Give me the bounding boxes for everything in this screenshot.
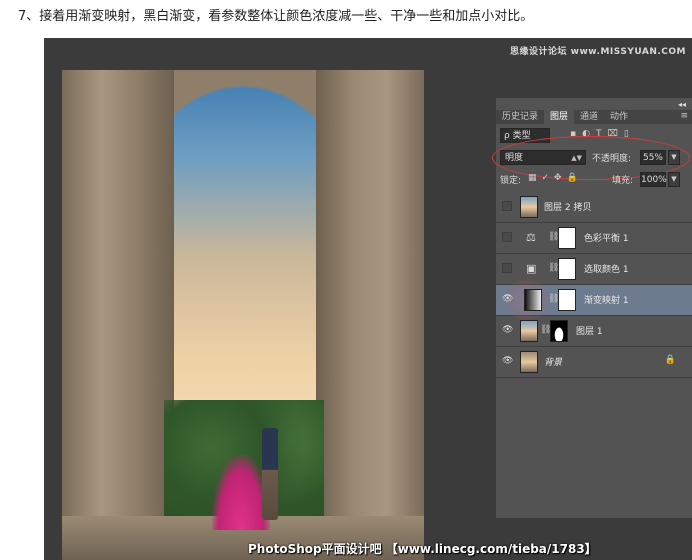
lock-row: 锁定: ▦✓✥🔒 填充: 100% ▼ <box>500 172 690 188</box>
instruction-text: 7、接着用渐变映射，黑白渐变，看参数整体让颜色浓度减一些、干净一些和加点小对比。 <box>18 9 534 24</box>
layer-name: 色彩平衡 1 <box>584 234 629 244</box>
panel-tabs: 历史记录 图层 通道 动作 <box>496 110 692 124</box>
layer-row[interactable]: 👁 背景 🔒 <box>496 347 692 378</box>
balance-scale-icon: ⚖ <box>526 231 536 244</box>
tab-channels[interactable]: 通道 <box>574 110 604 124</box>
eye-icon[interactable]: 👁 <box>502 294 513 304</box>
layers-panel: ◂◂ 历史记录 图层 通道 动作 ≡ ρ 类型 ▪◐T⌧▯ 明度 ▲▼ 不透明度… <box>492 98 692 518</box>
layer-mask-thumbnail <box>558 227 576 249</box>
collapse-panel-icon[interactable]: ◂◂ <box>678 100 686 109</box>
visibility-toggle[interactable] <box>502 263 512 273</box>
layer-mask-thumbnail <box>550 320 568 342</box>
layer-thumbnail <box>520 320 538 342</box>
layer-name: 图层 1 <box>576 327 603 337</box>
lock-icon: 🔒 <box>664 355 676 365</box>
layer-row[interactable]: 👁 ⛓ 渐变映射 1 <box>496 277 692 323</box>
groom <box>262 428 278 520</box>
photoshop-window: 思缘设计论坛 www.MISSYUAN.COM PhotoShop平面设计吧 【… <box>44 38 692 560</box>
visibility-toggle[interactable] <box>502 232 512 242</box>
tab-actions[interactable]: 动作 <box>604 110 634 124</box>
layer-mask-thumbnail <box>558 289 576 311</box>
layer-mask-thumbnail <box>558 258 576 280</box>
layer-name: 图层 2 拷贝 <box>544 203 592 213</box>
tab-history[interactable]: 历史记录 <box>496 110 544 124</box>
gradient-map-icon <box>524 289 542 311</box>
opacity-input[interactable]: 55% <box>640 150 666 165</box>
photo-canvas[interactable] <box>62 70 424 560</box>
fill-input[interactable]: 100% <box>640 172 667 187</box>
layer-thumbnail <box>520 351 538 373</box>
layer-row[interactable]: 👁 ⛓ 图层 1 <box>496 316 692 347</box>
selective-color-icon: ▣ <box>526 262 537 275</box>
eye-icon[interactable]: 👁 <box>502 356 513 366</box>
blend-mode-select[interactable]: 明度 ▲▼ <box>500 150 586 165</box>
fill-dropdown-icon[interactable]: ▼ <box>668 172 680 187</box>
layer-list: 图层 2 拷贝 ⚖ ⛓ 色彩平衡 1 ▣ ⛓ 选取颜色 1 👁 ⛓ 渐变映射 1… <box>496 192 692 378</box>
layer-name: 选取颜色 1 <box>584 265 629 275</box>
fill-label: 填充: <box>612 176 634 186</box>
layer-name: 背景 <box>544 358 563 368</box>
opacity-dropdown-icon[interactable]: ▼ <box>668 150 680 165</box>
visibility-toggle[interactable] <box>502 201 512 211</box>
layer-name: 渐变映射 1 <box>584 296 629 306</box>
eye-icon[interactable]: 👁 <box>502 325 513 335</box>
watermark: 思缘设计论坛 www.MISSYUAN.COM <box>510 47 686 57</box>
panel-menu-icon[interactable]: ≡ <box>680 111 688 121</box>
chevron-down-icon: ▲▼ <box>571 154 582 162</box>
blend-row: 明度 ▲▼ 不透明度: 55% ▼ <box>492 136 690 180</box>
layer-row[interactable]: 图层 2 拷贝 <box>496 192 692 223</box>
lock-label: 锁定: <box>500 176 522 186</box>
tab-layers[interactable]: 图层 <box>544 110 575 124</box>
arch-pillar-right <box>316 70 424 560</box>
opacity-label: 不透明度: <box>592 154 632 164</box>
layer-thumbnail <box>520 196 538 218</box>
lock-icons[interactable]: ▦✓✥🔒 <box>528 173 583 183</box>
arch-pillar-left <box>62 70 174 560</box>
caption: PhotoShop平面设计吧 【www.linecg.com/tieba/178… <box>248 542 597 556</box>
layer-row[interactable]: ⚖ ⛓ 色彩平衡 1 <box>496 223 692 254</box>
